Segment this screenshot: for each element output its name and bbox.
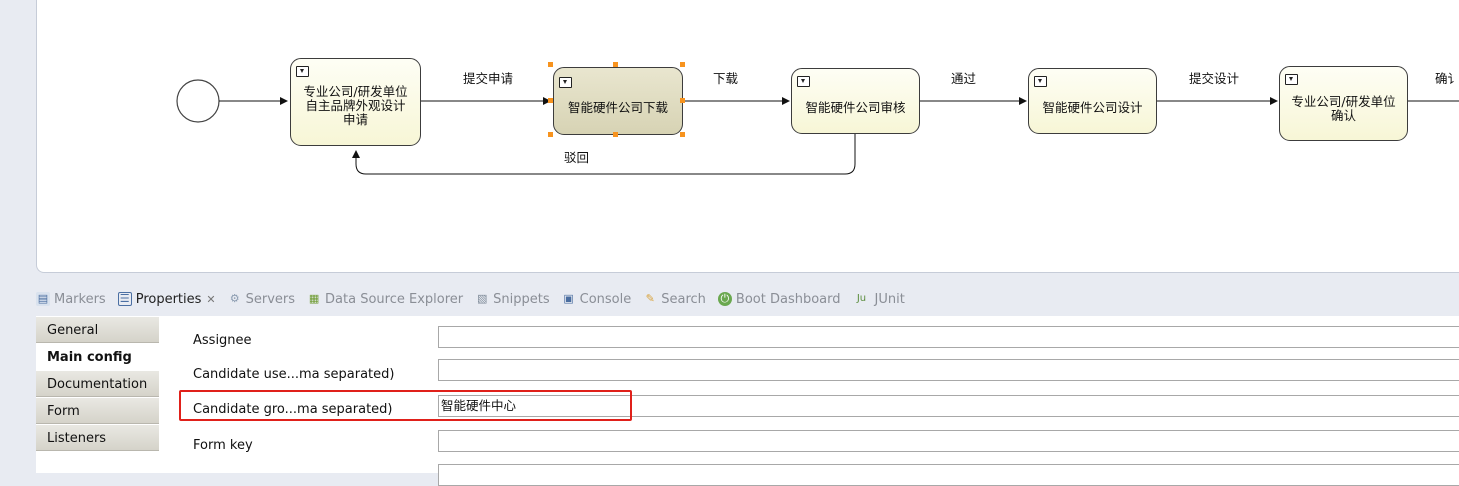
flow-label-submit-apply[interactable]: 提交申请 [463,68,513,87]
view-tab-bar: ▤ Markers ☰ Properties ✕ ⚙ Servers ▦ Dat… [36,284,1459,314]
task-label-line: 专业公司/研发单位 [303,84,408,99]
candidate-users-field[interactable] [438,359,1459,381]
process-diagram-canvas[interactable]: 专业公司/研发单位 自主品牌外观设计 申请 智能硬件公司下载 智能硬件公司审核 … [36,0,1459,273]
servers-icon: ⚙ [229,292,240,305]
user-task-icon [1285,74,1298,85]
flow-connectors [176,79,1459,175]
highlight-annotation [179,390,632,421]
task-label-line: 申请 [342,112,368,127]
tab-markers[interactable]: ▤ Markers [36,292,106,307]
task-label-line: 自主品牌外观设计 [305,98,406,113]
tab-console[interactable]: ▣ Console [562,291,632,307]
tab-label: Properties [135,291,202,307]
tab-properties[interactable]: ☰ Properties ✕ [117,291,216,307]
task-label-line: 智能硬件公司设计 [1042,100,1143,115]
resize-handle[interactable] [613,62,618,67]
tab-label: Markers [54,291,106,307]
boot-icon: ⏻ [717,292,732,306]
task-node[interactable]: 智能硬件公司设计 [1028,68,1157,134]
task-label-line: 智能硬件公司审核 [805,100,906,115]
flow-reject[interactable] [352,134,856,175]
resize-handle[interactable] [680,62,685,67]
flow-label-download[interactable]: 下载 [713,68,738,87]
resize-handle[interactable] [680,132,685,137]
user-task-icon [797,76,810,87]
resize-handle[interactable] [680,98,685,103]
tab-label: JUnit [874,291,905,307]
tab-servers[interactable]: ⚙ Servers [228,292,295,307]
form-key-label: Form key [193,438,253,453]
tab-label: Data Source Explorer [325,291,464,307]
section-general[interactable]: General [36,316,159,343]
flow-label-reject[interactable]: 驳回 [564,147,589,166]
search-icon: ✎ [645,292,655,305]
tab-search[interactable]: ✎ Search [643,292,706,307]
task-label-line: 智能硬件公司下载 [567,100,668,115]
console-icon: ▣ [563,292,574,305]
resize-handle[interactable] [548,62,553,67]
properties-sections: General Main config Documentation Form L… [36,316,159,451]
flow-label-pass[interactable]: 通过 [951,68,976,87]
tab-snippets[interactable]: ▧ Snippets [475,291,550,307]
tab-data-source-explorer[interactable]: ▦ Data Source Explorer [307,292,463,307]
task-label-line: 专业公司/研发单位 [1291,94,1396,109]
next-field[interactable] [438,464,1459,486]
section-documentation[interactable]: Documentation [36,370,159,397]
user-task-icon [1034,76,1047,87]
form-key-field[interactable] [438,430,1459,452]
database-icon: ▦ [308,292,320,305]
task-node-selected[interactable]: 智能硬件公司下载 [553,67,683,135]
assignee-field[interactable] [438,326,1459,348]
resize-handle[interactable] [548,132,553,137]
properties-icon: ☰ [117,292,132,306]
assignee-label: Assignee [193,333,252,348]
section-main-config[interactable]: Main config [36,343,159,370]
task-label-line: 确认 [1330,108,1356,123]
flow-label-submit-design[interactable]: 提交设计 [1189,68,1239,87]
tab-boot-dashboard[interactable]: ⏻ Boot Dashboard [717,291,841,307]
tab-junit[interactable]: Ju JUnit [853,292,905,307]
resize-handle[interactable] [548,98,553,103]
resize-handle[interactable] [613,132,618,137]
start-event[interactable] [176,79,220,123]
user-task-icon [559,77,572,88]
flow-label-confirm[interactable]: 确讠 [1435,68,1459,87]
task-node[interactable]: 专业公司/研发单位 自主品牌外观设计 申请 [290,58,421,146]
tab-label: Search [661,291,706,307]
task-node[interactable]: 专业公司/研发单位 确认 [1279,66,1408,141]
junit-icon: Ju [856,293,867,304]
close-icon[interactable]: ✕ [206,293,215,306]
section-listeners[interactable]: Listeners [36,424,159,451]
markers-icon: ▤ [36,292,50,306]
tab-label: Console [579,291,632,307]
section-form[interactable]: Form [36,397,159,424]
tab-label: Boot Dashboard [735,291,841,307]
user-task-icon [296,66,309,77]
tab-label: Servers [245,291,296,307]
snippets-icon: ▧ [476,292,488,305]
task-node[interactable]: 智能硬件公司审核 [791,68,920,134]
tab-label: Snippets [493,291,550,307]
candidate-users-label: Candidate use...ma separated) [193,367,395,382]
